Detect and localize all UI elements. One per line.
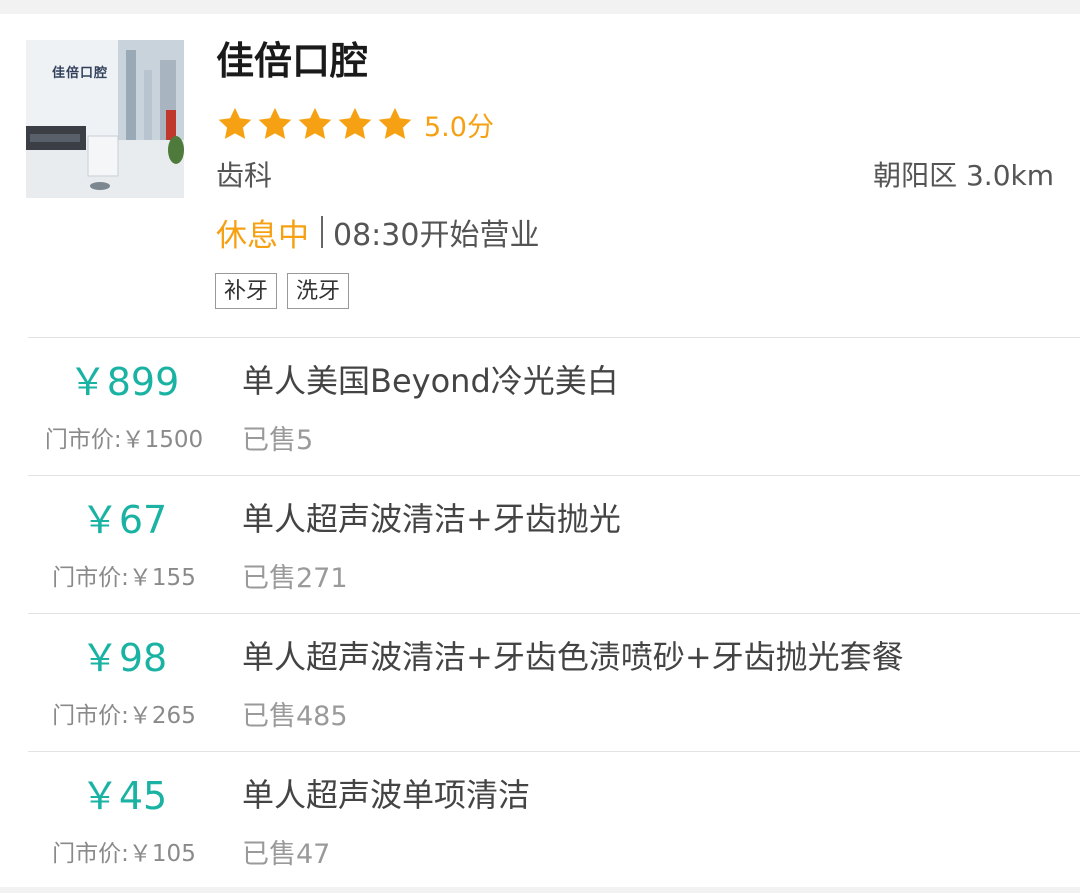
business-hours: 休息中 08:30开始营业	[216, 212, 540, 254]
open-status: 休息中	[216, 217, 309, 254]
merchant-location-distance: 朝阳区 3.0km	[873, 159, 1054, 192]
deal-item[interactable]: ￥98 门市价:￥265 单人超声波清洁+牙齿色渍喷砂+牙齿抛光套餐 已售485	[0, 614, 1080, 752]
deal-original-price: 门市价:￥265	[52, 703, 196, 729]
deal-title: 单人超声波清洁+牙齿色渍喷砂+牙齿抛光套餐	[242, 638, 904, 676]
merchant-thumbnail[interactable]: 佳倍口腔	[26, 40, 184, 198]
deal-price: ￥67	[80, 498, 168, 542]
deal-price: ￥98	[80, 636, 168, 680]
rating-stars: 5.0分	[216, 104, 494, 144]
service-tags: 补牙 洗牙	[215, 273, 359, 309]
deal-price-block: ￥67 门市价:￥155	[24, 476, 224, 614]
deal-original-price: 门市价:￥1500	[44, 427, 204, 453]
tag-cleaning[interactable]: 洗牙	[287, 273, 350, 309]
thumbnail-logo-text: 佳倍口腔	[52, 66, 109, 81]
deal-item[interactable]: ￥67 门市价:￥155 单人超声波清洁+牙齿抛光 已售271	[0, 476, 1080, 614]
deal-price: ￥899	[68, 360, 180, 404]
deal-item[interactable]: ￥899 门市价:￥1500 单人美国Beyond冷光美白 已售5	[0, 338, 1080, 476]
deal-price-block: ￥899 门市价:￥1500	[24, 338, 224, 476]
deal-original-price: 门市价:￥105	[52, 841, 196, 867]
deal-sold-count: 已售5	[242, 425, 314, 456]
merchant-card: 佳倍口腔 佳倍口腔 5.0分 齿科 朝阳区 3.0km 休息中 08:30开始营…	[0, 14, 1080, 887]
deal-title: 单人美国Beyond冷光美白	[242, 362, 619, 400]
star-filled-icon	[218, 107, 252, 139]
opening-time: 08:30开始营业	[333, 218, 540, 253]
star-filled-icon	[298, 107, 332, 139]
deal-title: 单人超声波单项清洁	[242, 776, 531, 814]
deal-original-price: 门市价:￥155	[52, 565, 196, 591]
deal-sold-count: 已售47	[242, 839, 331, 870]
hours-divider	[321, 216, 323, 248]
merchant-name[interactable]: 佳倍口腔	[216, 38, 368, 84]
deal-price-block: ￥98 门市价:￥265	[24, 614, 224, 752]
tag-filling[interactable]: 补牙	[215, 273, 278, 309]
merchant-category: 齿科	[216, 159, 273, 192]
rating-score: 5.0分	[424, 111, 494, 143]
deal-sold-count: 已售485	[242, 701, 348, 732]
deal-sold-count: 已售271	[242, 563, 348, 594]
star-filled-icon	[258, 107, 292, 139]
star-filled-icon	[378, 107, 412, 139]
deal-price-block: ￥45 门市价:￥105	[24, 752, 224, 890]
deal-title: 单人超声波清洁+牙齿抛光	[242, 500, 621, 538]
star-filled-icon	[338, 107, 372, 139]
deal-price: ￥45	[80, 774, 168, 818]
deal-item[interactable]: ￥45 门市价:￥105 单人超声波单项清洁 已售47	[0, 752, 1080, 890]
